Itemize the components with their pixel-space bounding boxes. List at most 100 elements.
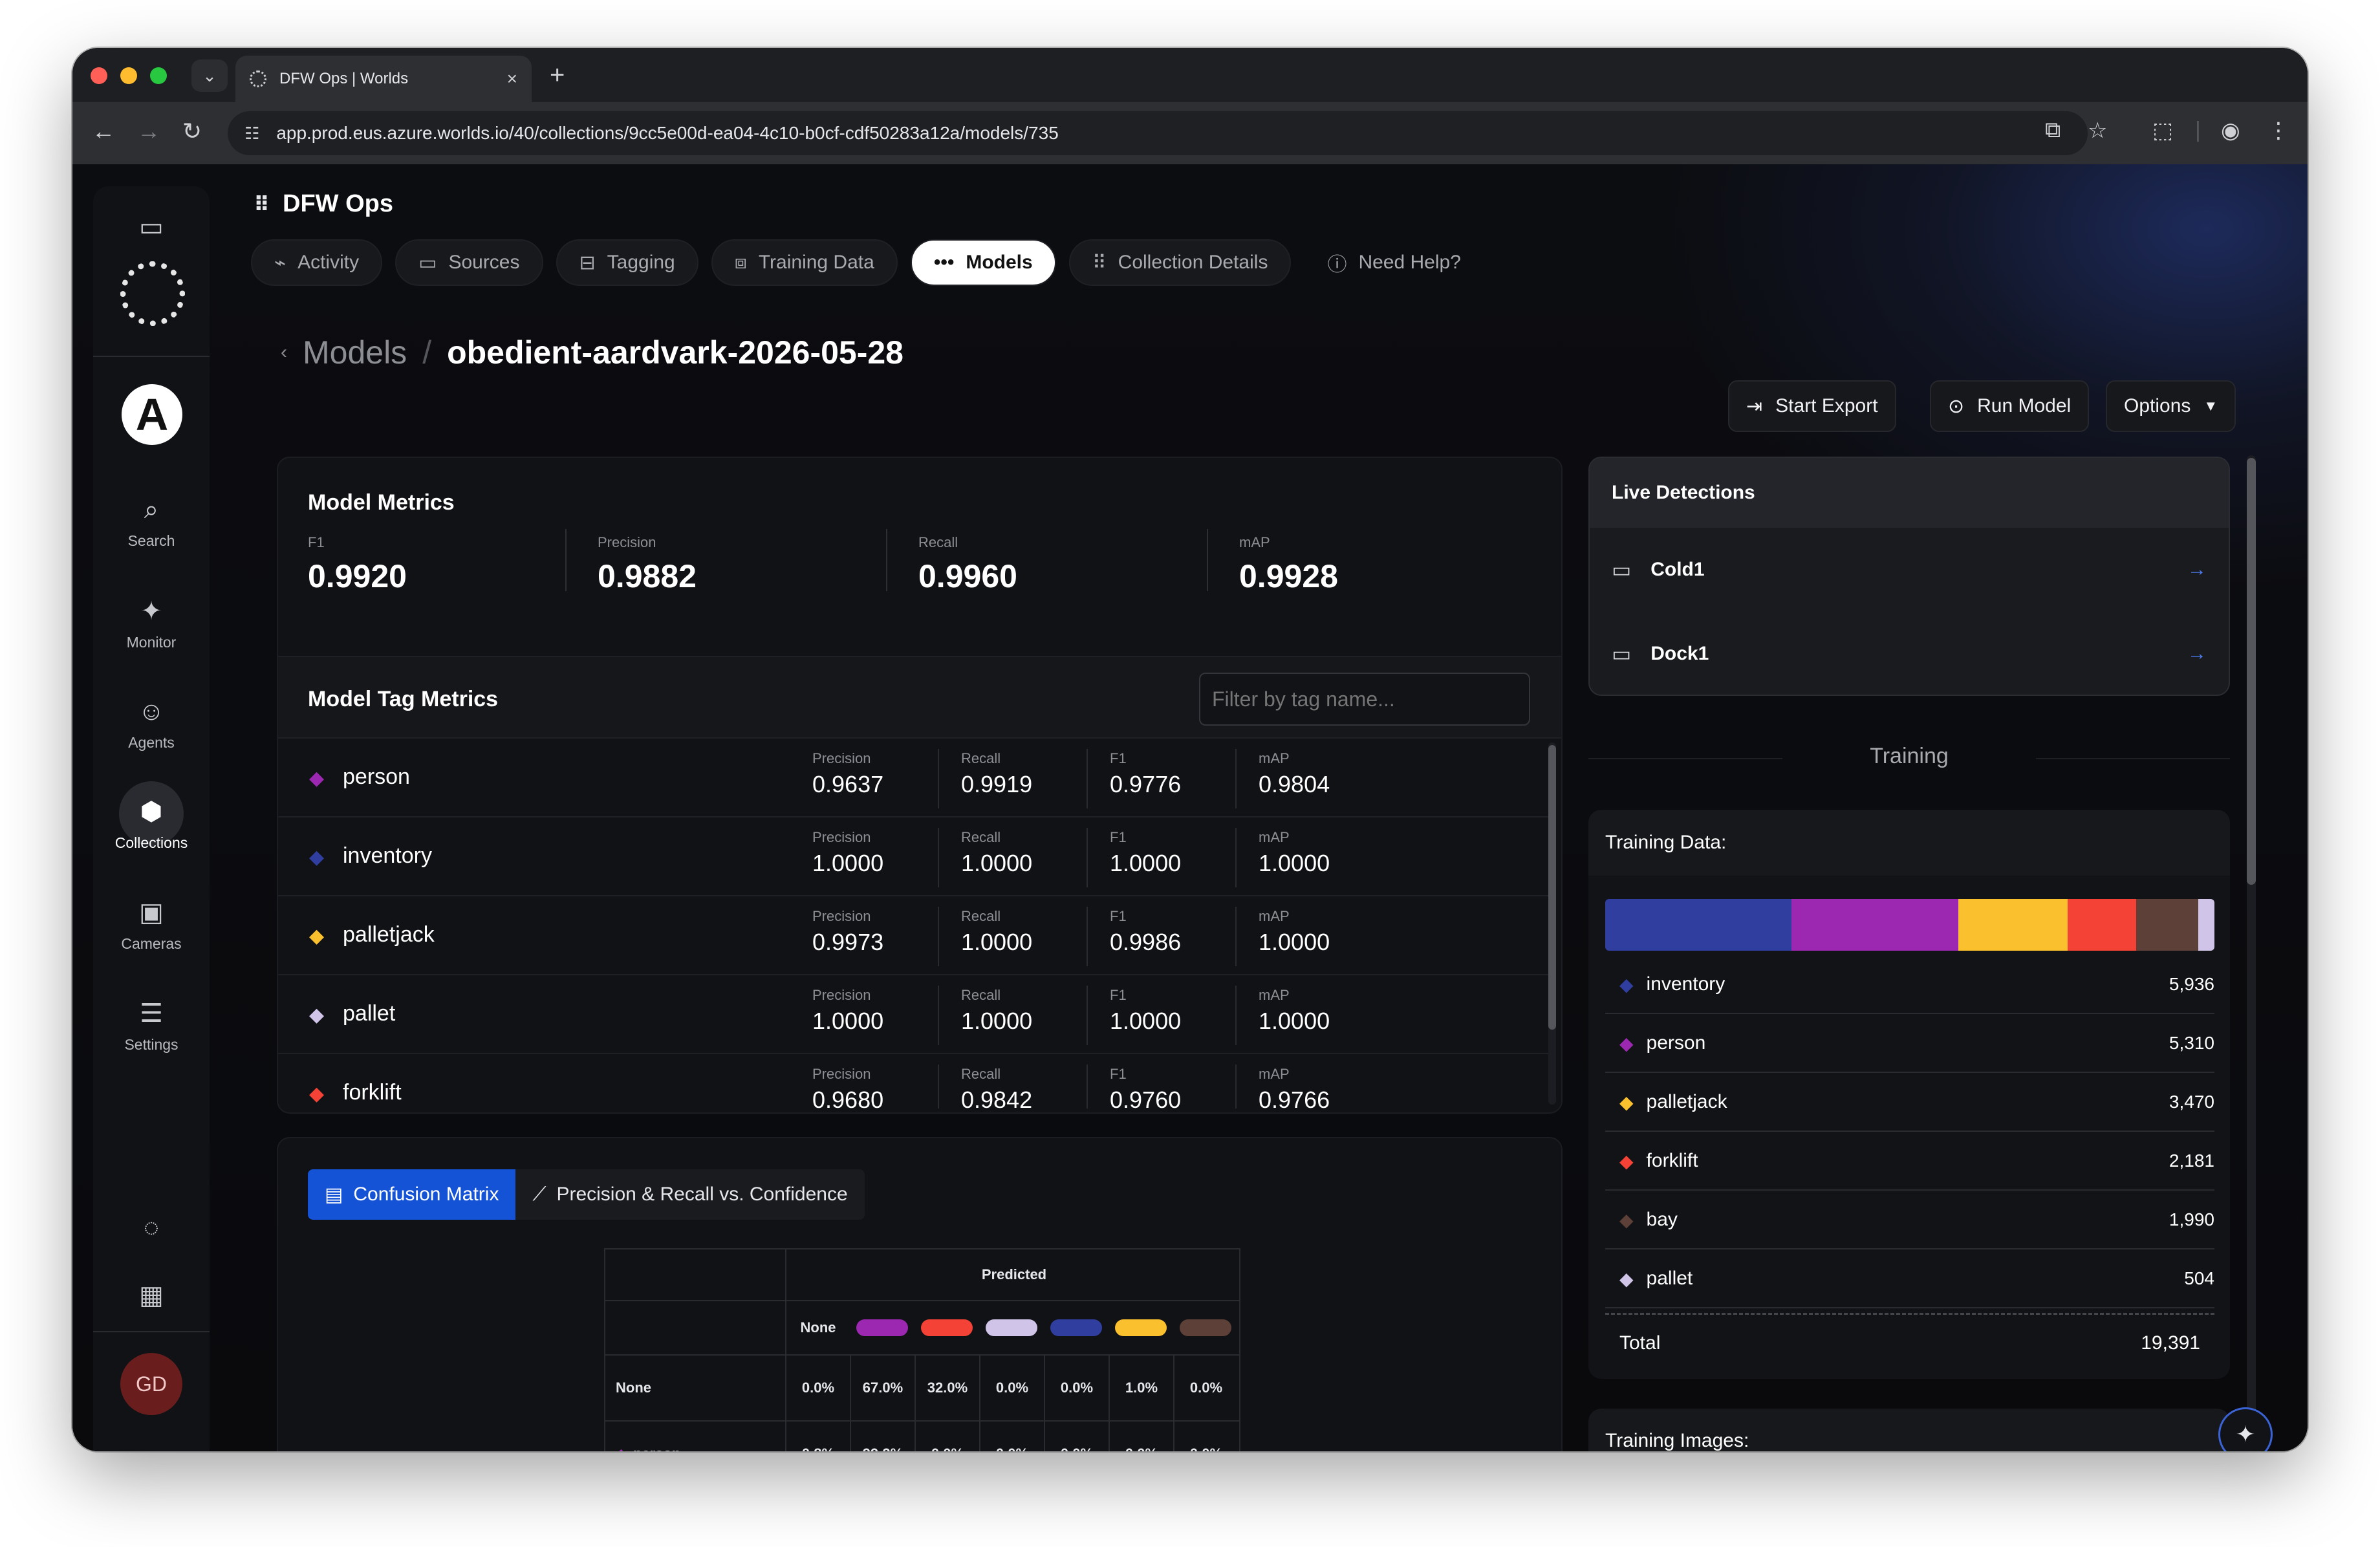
distribution-segment-palletjack[interactable]	[1958, 899, 2068, 951]
browser-menu-icon[interactable]: ⋮	[2267, 118, 2289, 144]
matrix-col-none: None	[785, 1301, 850, 1354]
building-icon[interactable]: ▦	[93, 1281, 210, 1318]
assistant-sparkle-button[interactable]: ✦	[2218, 1407, 2273, 1451]
matrix-cell[interactable]: 0.0%	[1173, 1356, 1238, 1420]
training-legend-row[interactable]: ◆ inventory 5,936	[1605, 956, 2214, 1014]
metric-value: 0.9928	[1239, 558, 1338, 594]
distribution-segment-person[interactable]	[1791, 899, 1959, 951]
forward-arrow-icon[interactable]: →	[137, 118, 160, 145]
extensions-puzzle-icon[interactable]: ⬚	[2152, 118, 2173, 144]
bookmark-star-icon[interactable]: ☆	[2088, 118, 2107, 144]
training-legend-row[interactable]: ◆ person 5,310	[1605, 1015, 2214, 1073]
sidebar-item-agents[interactable]: ☺ Agents	[93, 697, 210, 752]
tab-models[interactable]: ••• Models	[910, 239, 1056, 286]
activity-icon: ⌁	[274, 252, 287, 274]
matrix-cell[interactable]: 0.0%	[1173, 1422, 1238, 1451]
tag-metric-row[interactable]: ◆ forklift Precision 0.9680 Recall 0.9842…	[278, 1054, 1550, 1109]
tab-precision-recall[interactable]: ⟋ Precision & Recall vs. Confidence	[515, 1169, 865, 1220]
reload-icon[interactable]: ↻	[182, 118, 202, 145]
new-tab-plus-icon[interactable]: +	[550, 61, 565, 90]
matrix-cell[interactable]: 0.0%	[914, 1422, 979, 1451]
matrix-cell[interactable]: 0.0%	[1044, 1356, 1109, 1420]
run-model-button[interactable]: ⊙ Run Model	[1930, 380, 2090, 432]
sidebar-item-settings[interactable]: ☰ Settings	[93, 999, 210, 1054]
distribution-segment-bay[interactable]	[2136, 899, 2199, 951]
start-export-button[interactable]: ⇥ Start Export	[1728, 380, 1896, 432]
live-detection-item[interactable]: ▭ Dock1 →	[1590, 612, 2229, 695]
back-arrow-icon[interactable]: ←	[92, 118, 115, 145]
site-info-icon[interactable]: ☷	[244, 124, 259, 144]
maximize-window-icon[interactable]	[150, 67, 167, 84]
right-column-scroll-thumb[interactable]	[2247, 458, 2256, 885]
tag-metric-row[interactable]: ◆ person Precision 0.9637 Recall 0.9919 F…	[278, 739, 1550, 817]
tag-icon: ◆	[1619, 1033, 1634, 1054]
matrix-cell[interactable]: 1.0%	[1109, 1356, 1173, 1420]
matrix-cell[interactable]: 67.0%	[850, 1356, 914, 1420]
training-legend-row[interactable]: ◆ pallet 504	[1605, 1250, 2214, 1308]
options-dropdown-button[interactable]: Options ▼	[2106, 380, 2236, 432]
minimize-window-icon[interactable]	[120, 67, 137, 84]
training-legend-row[interactable]: ◆ forklift 2,181	[1605, 1132, 2214, 1191]
arrow-right-icon[interactable]: →	[2187, 559, 2207, 581]
sidebar-item-monitor[interactable]: ✦ Monitor	[93, 596, 210, 651]
cell-divider	[938, 986, 939, 1045]
install-app-icon[interactable]: ⧉	[2045, 118, 2061, 143]
arrow-right-icon[interactable]: →	[2187, 643, 2207, 665]
tag-metric-row[interactable]: ◆ inventory Precision 1.0000 Recall 1.000…	[278, 817, 1550, 896]
breadcrumb-parent-link[interactable]: Models	[303, 334, 407, 371]
tag-list-scroll-thumb[interactable]	[1548, 745, 1556, 1030]
close-window-icon[interactable]	[91, 67, 107, 84]
tag-icon: ◆	[309, 1083, 325, 1105]
distribution-segment-pallet[interactable]	[2198, 899, 2214, 951]
sidebar-item-search[interactable]: ⌕ Search	[93, 495, 210, 550]
sidebar-item-cameras[interactable]: ▣ Cameras	[93, 898, 210, 953]
browser-tab[interactable]: DFW Ops | Worlds ×	[235, 56, 532, 102]
tab-sources[interactable]: ▭ Sources	[395, 239, 543, 286]
matrix-cell[interactable]: 99.2%	[850, 1422, 914, 1451]
worlds-logo-icon	[120, 261, 185, 326]
org-logo-icon[interactable]: A	[122, 384, 182, 445]
training-legend-row[interactable]: ◆ palletjack 3,470	[1605, 1074, 2214, 1132]
browser-window: ⌄ DFW Ops | Worlds × + ← → ↻ ☷ app.prod.…	[72, 48, 2308, 1451]
matrix-cell[interactable]: 0.0%	[1044, 1422, 1109, 1451]
apps-grid-icon[interactable]: ⠿	[254, 192, 270, 217]
avatar[interactable]: GD	[120, 1353, 182, 1415]
live-detection-item[interactable]: ▭ Cold1 →	[1590, 528, 2229, 612]
matrix-cell[interactable]: 0.0%	[785, 1356, 850, 1420]
browser-toolbar: ← → ↻ ☷ app.prod.eus.azure.worlds.io/40/…	[72, 102, 2308, 164]
sidebar-loading-icon[interactable]: ◌	[93, 1213, 210, 1250]
training-legend-row[interactable]: ◆ bay 1,990	[1605, 1191, 2214, 1250]
matrix-cell[interactable]: 0.0%	[979, 1356, 1044, 1420]
close-tab-icon[interactable]: ×	[507, 69, 517, 89]
tab-confusion-matrix[interactable]: ▤ Confusion Matrix	[308, 1169, 516, 1220]
matrix-cell[interactable]: 32.0%	[914, 1356, 979, 1420]
metric-value: 0.9920	[308, 558, 407, 594]
sidebar-toggle-icon[interactable]: ▭	[93, 212, 210, 250]
distribution-segment-inventory[interactable]	[1605, 899, 1792, 951]
distribution-segment-forklift[interactable]	[2067, 899, 2136, 951]
chevron-left-icon[interactable]: ‹	[281, 341, 287, 363]
matrix-cell[interactable]: 0.8%	[785, 1422, 850, 1451]
tab-tagging[interactable]: ⊟ Tagging	[556, 239, 698, 286]
matrix-cell[interactable]: 0.0%	[1109, 1422, 1173, 1451]
tab-search-chevron-icon[interactable]: ⌄	[191, 60, 228, 92]
tag-filter-input[interactable]	[1199, 673, 1530, 726]
tab-activity[interactable]: ⌁ Activity	[251, 239, 383, 286]
metric-label: Precision	[598, 534, 656, 550]
camera-icon: ▣	[139, 898, 164, 927]
tag-metric-row[interactable]: ◆ palletjack Precision 0.9973 Recall 1.00…	[278, 896, 1550, 975]
tag-color-pill	[1050, 1319, 1102, 1336]
legend-count: 1,990	[2169, 1209, 2214, 1229]
tab-label: Tagging	[607, 252, 675, 273]
sidebar-item-collections[interactable]: ⬢ Collections	[93, 797, 210, 852]
tab-collection-details[interactable]: ⠿ Collection Details	[1068, 239, 1292, 286]
profile-icon[interactable]: ◉	[2221, 118, 2240, 144]
address-bar[interactable]: ☷ app.prod.eus.azure.worlds.io/40/collec…	[228, 111, 2088, 155]
matrix-cell[interactable]: 0.0%	[979, 1422, 1044, 1451]
cell-label: mAP	[1259, 987, 1290, 1003]
tab-need-help[interactable]: ⓘ Need Help?	[1304, 239, 1484, 286]
tag-metric-row[interactable]: ◆ pallet Precision 1.0000 Recall 1.0000 F…	[278, 975, 1550, 1054]
training-data-panel: Training Data: Total 19,391 ◆ inventory …	[1588, 810, 2230, 1379]
tab-training-data[interactable]: ⧈ Training Data	[711, 239, 898, 286]
matrix-row-label: None	[605, 1356, 785, 1420]
